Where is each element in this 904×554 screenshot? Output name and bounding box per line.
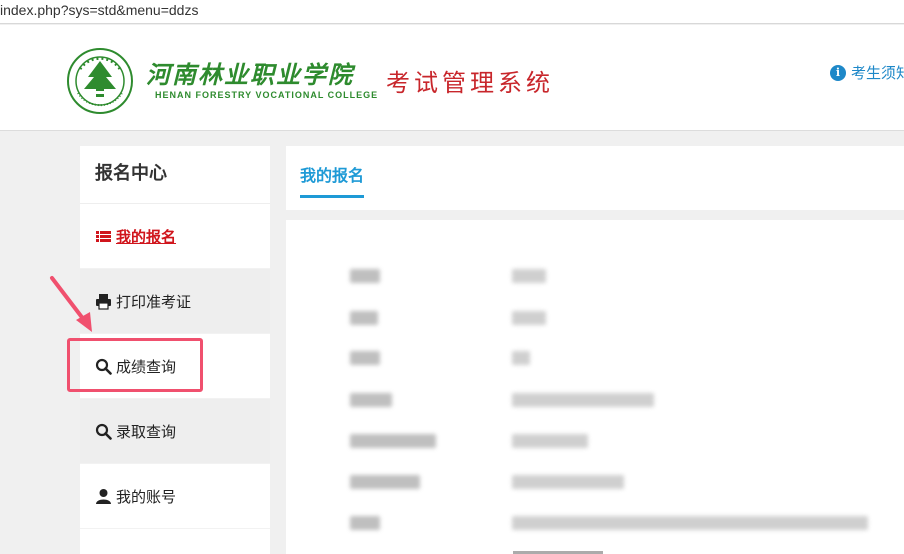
detail-row	[286, 349, 904, 369]
info-icon: i	[830, 64, 846, 81]
system-title: 考试管理系统	[386, 69, 554, 97]
college-name-cn: 河南林业职业学院	[146, 60, 354, 89]
sidebar-item-admission-query[interactable]: 录取查询	[80, 399, 270, 464]
college-name-en: HENAN FORESTRY VOCATIONAL COLLEGE	[155, 90, 379, 100]
sidebar-title: 报名中心	[80, 146, 270, 204]
redacted-label	[350, 269, 380, 283]
detail-row	[286, 432, 904, 452]
redacted-value	[512, 269, 546, 283]
registration-details	[286, 220, 904, 554]
redacted-value	[512, 475, 624, 489]
sidebar-item-my-registration[interactable]: 我的报名	[80, 204, 270, 269]
redacted-value	[512, 393, 654, 407]
redacted-value	[512, 351, 530, 365]
sidebar-item-my-account[interactable]: 我的账号	[80, 464, 270, 529]
address-bar[interactable]: index.php?sys=std&menu=ddzs	[0, 0, 904, 24]
search-icon	[95, 423, 112, 440]
detail-row	[286, 309, 904, 329]
user-icon	[96, 488, 111, 504]
detail-row	[286, 514, 904, 534]
main-tab-bar: 我的报名	[286, 146, 904, 210]
redacted-label	[350, 311, 378, 325]
url-text: index.php?sys=std&menu=ddzs	[0, 2, 199, 18]
annotation-highlight-box	[67, 338, 203, 392]
redacted-label	[350, 475, 420, 489]
detail-row	[286, 391, 904, 411]
annotation-arrow-icon	[50, 276, 92, 332]
redacted-label	[350, 516, 380, 530]
sidebar-item-label: 录取查询	[116, 422, 177, 441]
redacted-value	[512, 311, 546, 325]
redacted-label	[350, 351, 380, 365]
sidebar-item-label: 我的报名	[116, 227, 177, 246]
notice-label: 考生须知	[851, 64, 904, 82]
detail-row	[286, 473, 904, 493]
sidebar-item-label: 打印准考证	[116, 292, 192, 311]
tab-my-registration[interactable]: 我的报名	[300, 162, 365, 198]
redacted-label	[350, 393, 392, 407]
sidebar-item-label: 我的账号	[116, 487, 177, 506]
detail-row	[286, 267, 904, 287]
redacted-value	[512, 434, 588, 448]
redacted-label	[350, 434, 436, 448]
site-header: 河南林业职业学院 HENAN FORESTRY VOCATIONAL COLLE…	[0, 25, 904, 131]
exam-notice-link[interactable]: i 考生须知	[830, 62, 904, 83]
list-icon	[96, 230, 111, 242]
college-emblem-icon	[67, 48, 133, 114]
redacted-value	[512, 516, 868, 530]
